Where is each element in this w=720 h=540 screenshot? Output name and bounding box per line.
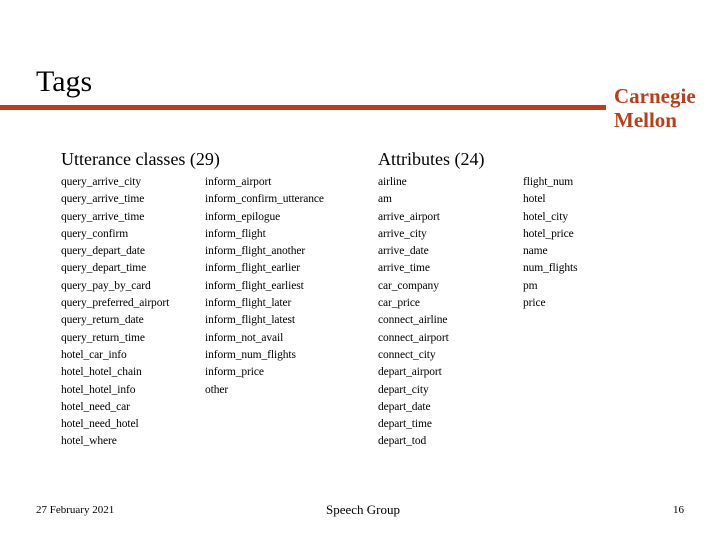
tag-item: depart_airport <box>378 366 442 379</box>
tag-item: inform_flight <box>205 227 266 240</box>
tag-item: inform_confirm_utterance <box>205 193 324 206</box>
tag-item: hotel <box>523 193 546 206</box>
tag-item: hotel_price <box>523 227 574 240</box>
tag-item: car_price <box>378 297 420 310</box>
tag-item: connect_airport <box>378 331 449 344</box>
tag-item: connect_city <box>378 348 436 361</box>
tag-item: hotel_need_car <box>61 400 130 413</box>
tag-item: inform_flight_earlier <box>205 262 300 275</box>
tag-item: inform_not_avail <box>205 331 284 344</box>
tag-item: inform_flight_later <box>205 297 292 310</box>
tag-item: inform_flight_latest <box>205 314 295 327</box>
tag-item: depart_date <box>378 400 431 413</box>
attributes-column-1: airline am arrive_airport arrive_cityarrive… <box>378 174 449 451</box>
tag-item: query_arrive_city <box>61 176 142 188</box>
footer-date: 27 February 2021 <box>36 504 115 516</box>
attributes-column-2: flight_numhotel hotel_city hotel_pricename… <box>523 174 578 312</box>
tag-item: query_confirm <box>61 227 129 240</box>
tag-item: depart_time <box>378 418 432 431</box>
tag-item: depart_city <box>378 383 429 396</box>
tag-item: query_depart_date <box>61 245 145 258</box>
cmu-logo: Carnegie Mellon <box>614 84 696 132</box>
tag-item: airline <box>378 176 407 188</box>
tag-item: query_arrive_time <box>61 193 145 206</box>
utterance-classes-heading: Utterance classes (29) <box>61 149 220 169</box>
tag-item: flight_num <box>523 176 574 188</box>
logo-line-1: Carnegie <box>614 84 696 108</box>
tag-item: car_company <box>378 279 439 292</box>
page-number: 16 <box>673 504 684 516</box>
tag-item: hotel_city <box>523 210 568 223</box>
tag-item: arrive_city <box>378 227 427 240</box>
tag-item: num_flights <box>523 262 578 275</box>
title-divider <box>0 105 606 110</box>
logo-line-2: Mellon <box>614 108 677 132</box>
tag-item: inform_flight_another <box>205 245 306 258</box>
tag-item: pm <box>523 279 538 292</box>
tag-item: hotel_hotel_chain <box>61 366 142 379</box>
tag-item: query_arrive_time <box>61 210 145 223</box>
slide-title: Tags <box>36 65 93 98</box>
tag-item: hotel_hotel_info <box>61 383 136 396</box>
tag-item: hotel_car_info <box>61 348 127 361</box>
tag-item: hotel_need_hotel <box>61 418 139 431</box>
tag-item: inform_airport <box>205 176 272 188</box>
tag-item: arrive_time <box>378 262 430 275</box>
tag-item: arrive_airport <box>378 210 440 223</box>
attributes-heading: Attributes (24) <box>378 149 485 169</box>
tag-item: inform_epilogue <box>205 210 281 223</box>
tag-item: name <box>523 245 548 258</box>
tag-item: inform_price <box>205 366 264 379</box>
tag-item: query_depart_time <box>61 262 147 275</box>
tag-item: inform_num_flights <box>205 348 296 361</box>
tag-item: other <box>205 383 229 396</box>
utterance-classes-column-1: query_arrive_city query_arrive_time query_… <box>61 174 169 451</box>
tag-item: query_return_date <box>61 314 144 327</box>
tag-item: inform_flight_earliest <box>205 279 304 292</box>
tag-item: query_preferred_airport <box>61 297 170 310</box>
footer-group-name: Speech Group <box>326 502 401 517</box>
tag-item: hotel_where <box>61 435 117 448</box>
tag-item: am <box>378 193 392 206</box>
tag-item: price <box>523 297 546 310</box>
tag-item: connect_airline <box>378 314 448 327</box>
tag-item: arrive_date <box>378 245 429 258</box>
utterance-classes-column-2: inform_airport inform_confirm_utterancein… <box>205 174 324 399</box>
tag-item: query_pay_by_card <box>61 279 151 292</box>
tag-item: depart_tod <box>378 435 427 448</box>
tag-item: query_return_time <box>61 331 145 344</box>
